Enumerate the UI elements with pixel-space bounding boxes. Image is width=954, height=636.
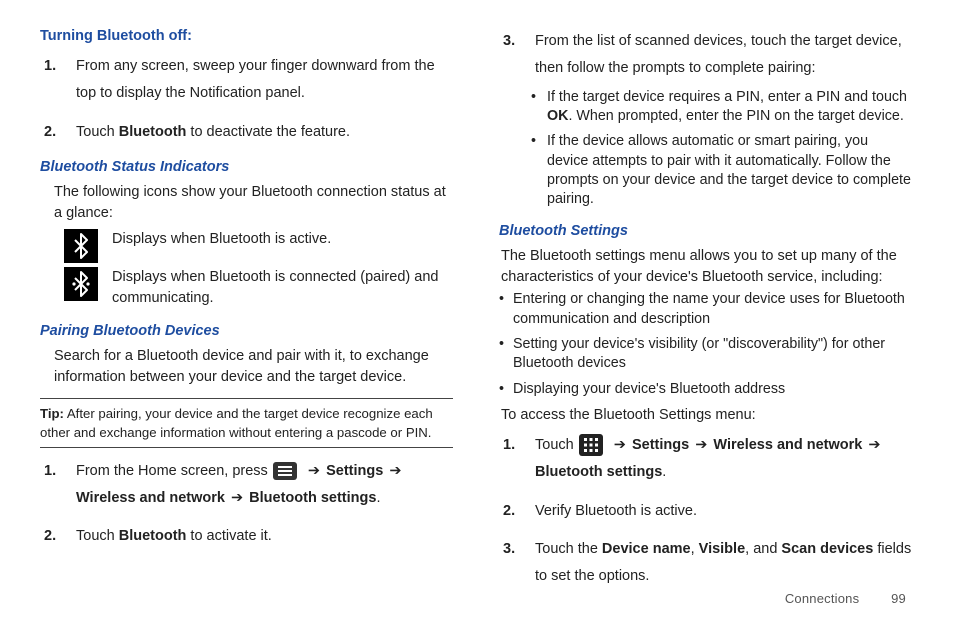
- bullet-text: If the target device requires a PIN, ent…: [547, 89, 907, 105]
- bold-text: Wireless and network: [713, 437, 866, 453]
- bold-text: Bluetooth: [119, 528, 187, 544]
- bold-text: Wireless and network: [76, 490, 225, 506]
- tip-label: Tip:: [40, 406, 64, 421]
- step-text: From any screen, sweep your finger downw…: [76, 58, 435, 101]
- tip-text: After pairing, your device and the targe…: [40, 406, 433, 440]
- bold-text: Bluetooth settings: [249, 490, 376, 506]
- step-number: 2.: [44, 523, 56, 550]
- pairing-intro: Search for a Bluetooth device and pair w…: [54, 346, 453, 388]
- status-text: Displays when Bluetooth is active.: [112, 229, 331, 250]
- heading-turn-off: Turning Bluetooth off:: [40, 26, 453, 47]
- bold-text: Bluetooth: [119, 124, 187, 140]
- step-item: 3. From the list of scanned devices, tou…: [535, 28, 912, 209]
- step-item: 2. Verify Bluetooth is active.: [535, 498, 912, 525]
- page-footer: Connections 99: [785, 591, 906, 606]
- arrow-icon: ➔: [695, 437, 707, 453]
- bullet-item: If the device allows automatic or smart …: [547, 132, 912, 209]
- arrow-icon: ➔: [868, 437, 880, 453]
- status-text: Displays when Bluetooth is connected (pa…: [112, 267, 453, 309]
- step-text: From the Home screen, press: [76, 463, 272, 479]
- step-item: 1. Touch ➔ Settings ➔ Wireless and netwo…: [535, 432, 912, 486]
- step-text: to deactivate the feature.: [186, 124, 350, 140]
- step-text: Touch: [76, 124, 119, 140]
- status-intro: The following icons show your Bluetooth …: [54, 182, 453, 224]
- status-row-connected: Displays when Bluetooth is connected (pa…: [64, 267, 453, 309]
- step-item: 2. Touch Bluetooth to deactivate the fea…: [76, 119, 453, 146]
- pairing-sublist: If the target device requires a PIN, ent…: [535, 88, 912, 210]
- bold-text: Bluetooth settings: [535, 464, 662, 480]
- menu-icon: [273, 462, 297, 480]
- bold-text: Device name: [602, 541, 691, 557]
- status-row-active: Displays when Bluetooth is active.: [64, 229, 453, 263]
- heading-pairing: Pairing Bluetooth Devices: [40, 321, 453, 342]
- arrow-icon: ➔: [308, 463, 320, 479]
- heading-status-indicators: Bluetooth Status Indicators: [40, 157, 453, 178]
- step-text: From the list of scanned devices, touch …: [535, 33, 902, 76]
- step-item: 1. From the Home screen, press ➔ Setting…: [76, 458, 453, 512]
- arrow-icon: ➔: [231, 490, 243, 506]
- footer-page-number: 99: [891, 591, 906, 606]
- step-text: Touch: [76, 528, 119, 544]
- left-column: Turning Bluetooth off: 1. From any scree…: [40, 22, 453, 602]
- bold-text: Scan devices: [781, 541, 873, 557]
- step-number: 1.: [503, 432, 515, 459]
- step-item: 1. From any screen, sweep your finger do…: [76, 53, 453, 107]
- settings-intro: The Bluetooth settings menu allows you t…: [501, 246, 912, 288]
- step-number: 3.: [503, 536, 515, 563]
- apps-grid-icon: [579, 434, 603, 456]
- page-content: Turning Bluetooth off: 1. From any scree…: [0, 0, 954, 602]
- access-intro: To access the Bluetooth Settings menu:: [501, 405, 912, 426]
- bold-text: OK: [547, 108, 568, 124]
- step-text: Touch the: [535, 541, 602, 557]
- access-steps: 1. Touch ➔ Settings ➔ Wireless and netwo…: [499, 432, 912, 590]
- step-number: 2.: [503, 498, 515, 525]
- step-text: Verify Bluetooth is active.: [535, 503, 697, 519]
- footer-section: Connections: [785, 591, 859, 606]
- bold-text: Settings: [326, 463, 387, 479]
- step-number: 1.: [44, 458, 56, 485]
- step-number: 2.: [44, 119, 56, 146]
- settings-bullets: Entering or changing the name your devic…: [499, 290, 912, 398]
- step-text: , and: [745, 541, 781, 557]
- bold-text: Settings: [632, 437, 693, 453]
- turn-off-steps: 1. From any screen, sweep your finger do…: [40, 53, 453, 145]
- arrow-icon: ➔: [614, 437, 626, 453]
- step-item: 3. Touch the Device name, Visible, and S…: [535, 536, 912, 590]
- tip-box: Tip: After pairing, your device and the …: [40, 398, 453, 448]
- step-number: 3.: [503, 28, 515, 55]
- bold-text: Visible: [699, 541, 745, 557]
- bullet-item: Entering or changing the name your devic…: [513, 290, 912, 329]
- step-number: 1.: [44, 53, 56, 80]
- step-item: 2. Touch Bluetooth to activate it.: [76, 523, 453, 550]
- arrow-icon: ➔: [389, 463, 401, 479]
- bluetooth-active-icon: [64, 229, 98, 263]
- pairing-steps: 1. From the Home screen, press ➔ Setting…: [40, 458, 453, 550]
- bullet-text: . When prompted, enter the PIN on the ta…: [568, 108, 903, 124]
- step-text: to activate it.: [186, 528, 271, 544]
- step-text: ,: [691, 541, 699, 557]
- right-column: 3. From the list of scanned devices, tou…: [499, 22, 912, 602]
- bluetooth-connected-icon: [64, 267, 98, 301]
- pairing-continued: 3. From the list of scanned devices, tou…: [499, 28, 912, 209]
- bullet-item: If the target device requires a PIN, ent…: [547, 88, 912, 127]
- heading-settings: Bluetooth Settings: [499, 221, 912, 242]
- step-text: Touch: [535, 437, 578, 453]
- bullet-item: Displaying your device's Bluetooth addre…: [513, 380, 912, 399]
- bullet-item: Setting your device's visibility (or "di…: [513, 335, 912, 374]
